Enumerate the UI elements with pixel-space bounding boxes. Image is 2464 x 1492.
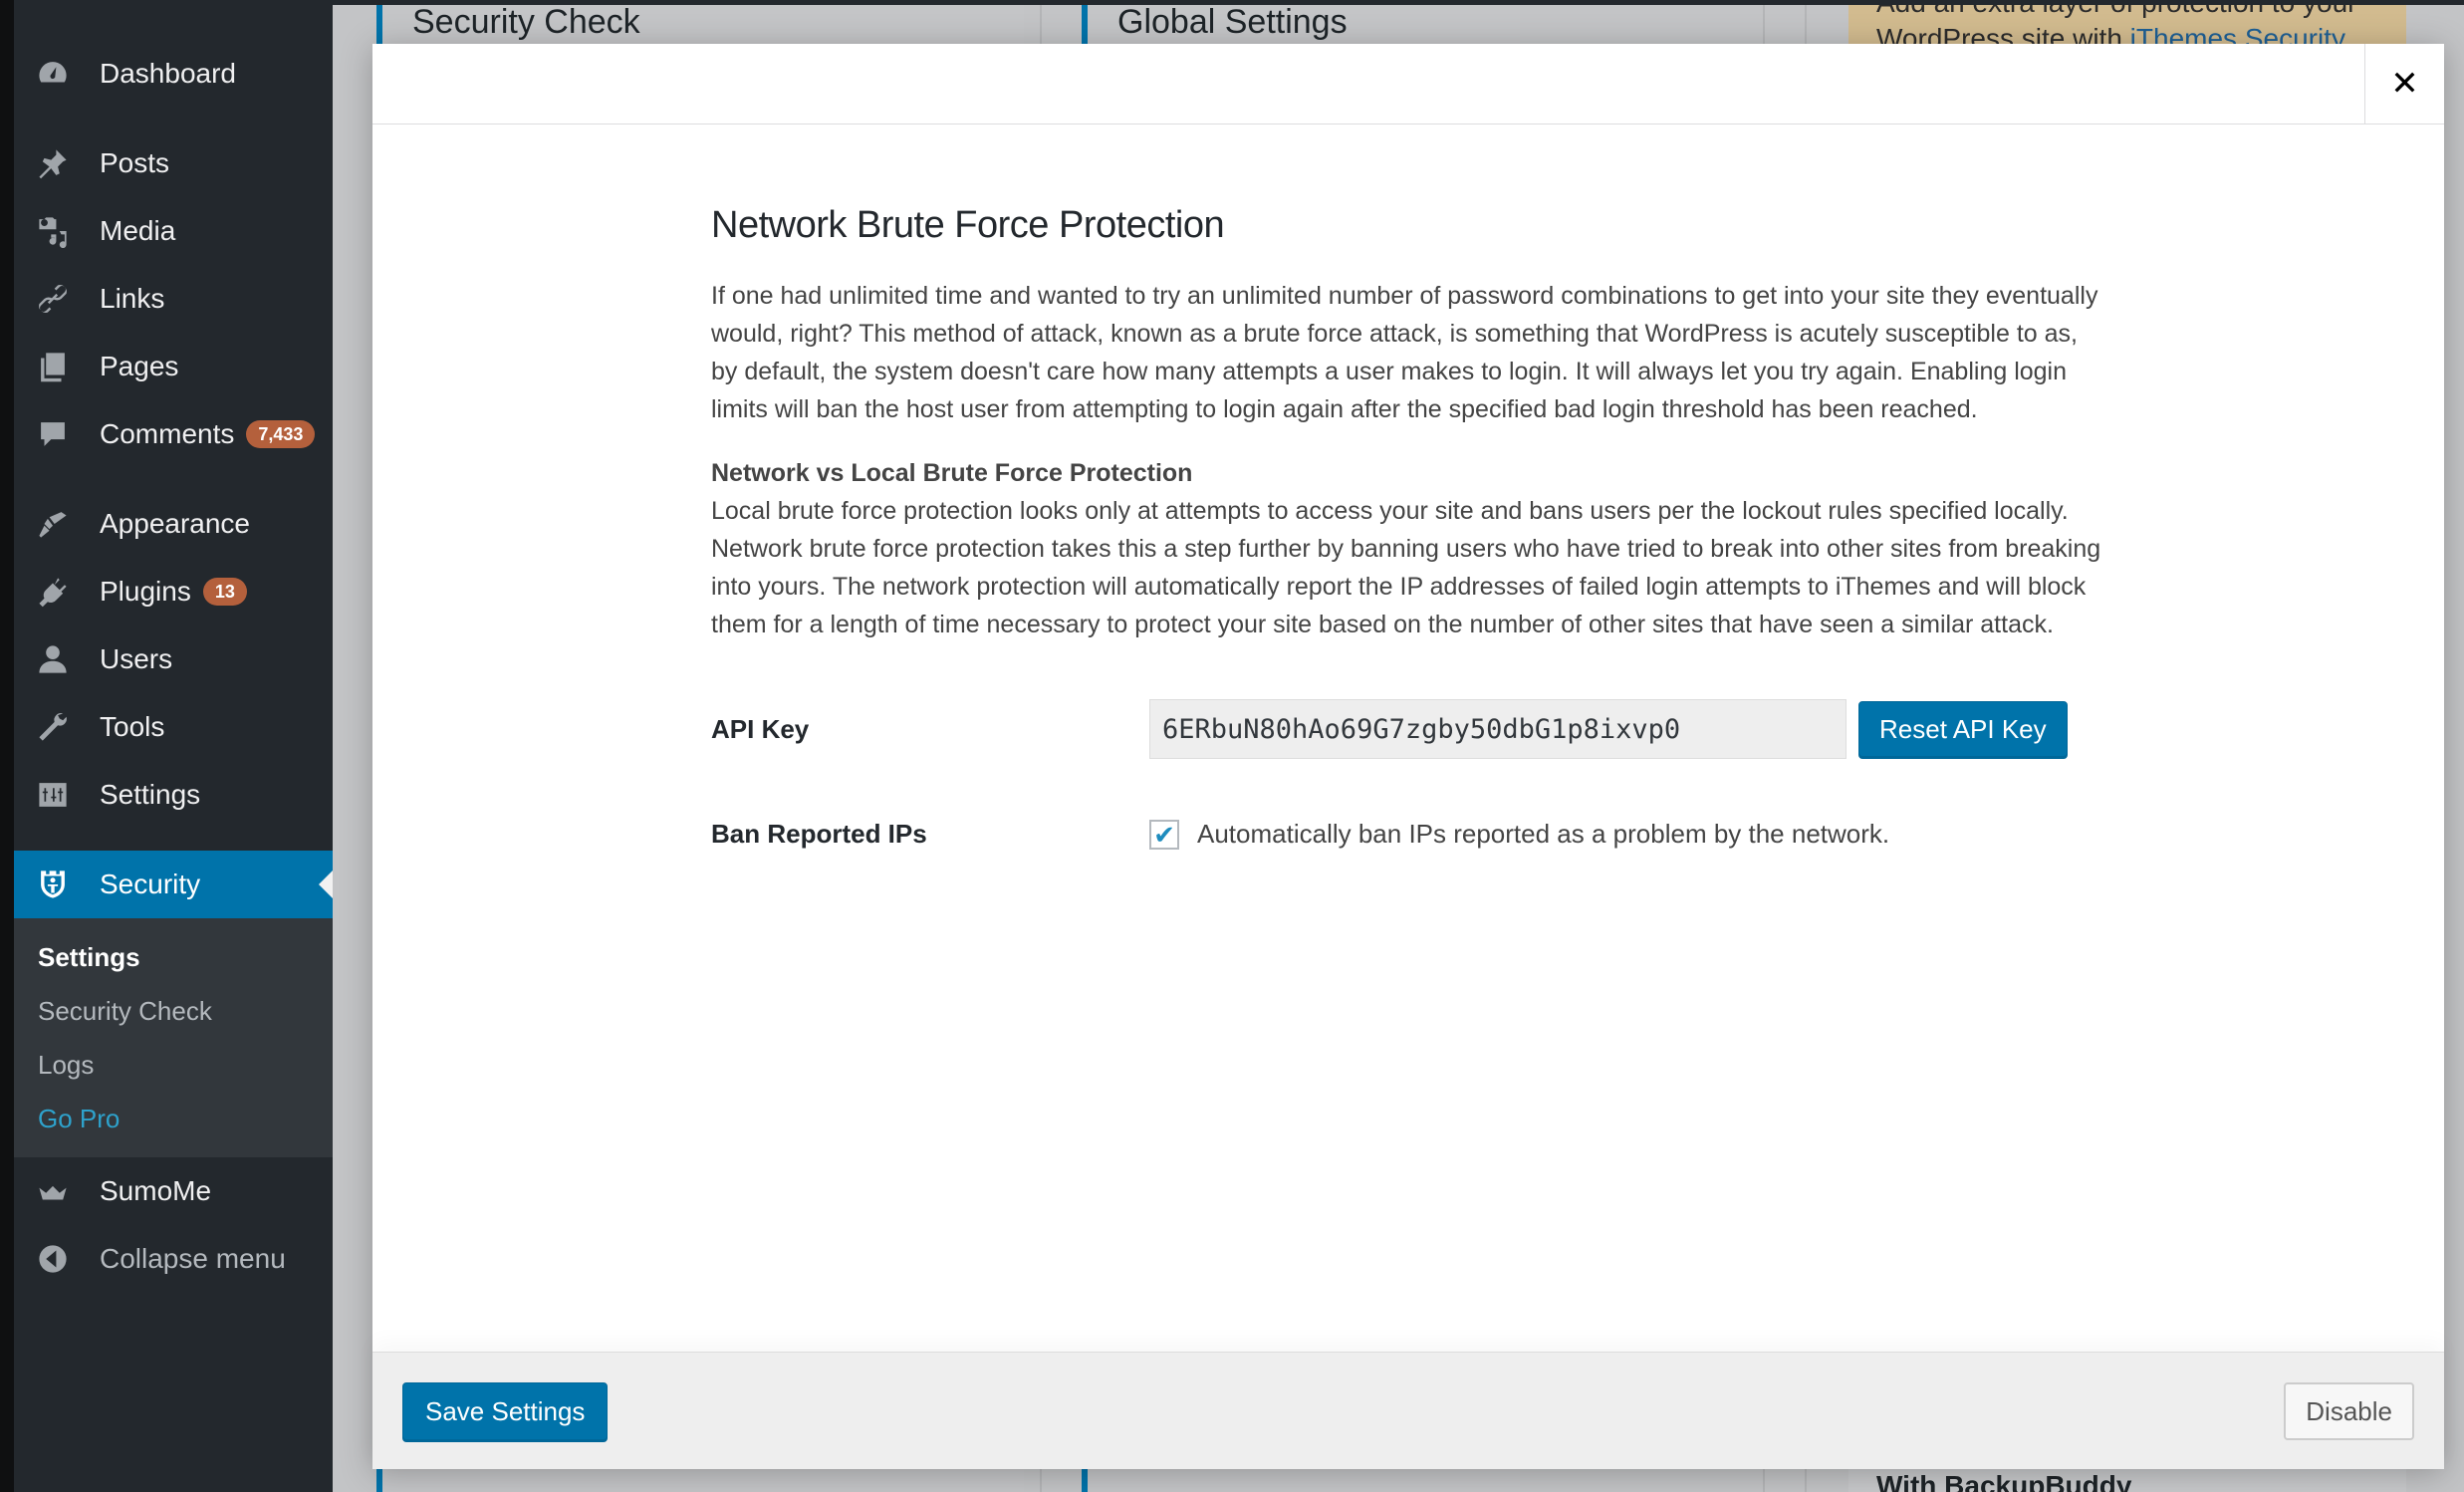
background-backupbuddy-card: With BackupBuddy (1848, 1469, 2406, 1492)
security-submenu: Settings Security Check Logs Go Pro (14, 918, 333, 1157)
sidebar-item-tools[interactable]: Tools (14, 693, 333, 761)
submenu-item-logs[interactable]: Logs (14, 1038, 333, 1092)
promo-text: WordPress site with (1876, 23, 2130, 45)
sidebar-item-users[interactable]: Users (14, 625, 333, 693)
api-key-row: API Key Reset API Key (711, 699, 2125, 759)
pin-icon (34, 144, 72, 182)
disable-button[interactable]: Disable (2284, 1382, 2414, 1440)
close-button[interactable]: ✕ (2364, 44, 2444, 124)
settings-icon (34, 776, 72, 814)
sidebar-item-plugins[interactable]: Plugins 13 (14, 558, 333, 625)
sidebar-item-label: Pages (100, 351, 179, 381)
modal-header: ✕ (372, 44, 2444, 124)
save-settings-button[interactable]: Save Settings (402, 1382, 609, 1440)
sidebar-item-comments[interactable]: Comments 7,433 (14, 400, 333, 468)
media-icon (34, 212, 72, 250)
sidebar-item-label: Posts (100, 147, 170, 178)
sidebar-item-links[interactable]: Links (14, 265, 333, 333)
sidebar-item-appearance[interactable]: Appearance (14, 490, 333, 558)
submenu-item-security-check[interactable]: Security Check (14, 984, 333, 1038)
sidebar-item-label: Comments (100, 418, 235, 449)
sidebar-item-label: Security (100, 869, 201, 899)
sidebar-item-settings[interactable]: Settings (14, 761, 333, 829)
promo-text-line2: WordPress site with iThemes Security (1876, 19, 2378, 45)
api-key-label: API Key (711, 713, 810, 744)
desktop-edge (0, 0, 14, 1492)
dashboard-icon (34, 55, 72, 93)
sidebar-item-security[interactable]: Security (14, 851, 333, 918)
comments-count-badge: 7,433 (246, 420, 316, 448)
close-icon: ✕ (2390, 65, 2419, 103)
modal-footer: Save Settings Disable (372, 1352, 2444, 1469)
sidebar-item-label: Appearance (100, 508, 251, 539)
background-card-title: Global Settings (1117, 3, 1348, 41)
section-subheading: Network vs Local Brute Force Protection (711, 459, 1193, 487)
section-description: Local brute force protection looks only … (711, 497, 2101, 638)
collapse-arrow-icon (34, 1240, 72, 1278)
sidebar-item-dashboard[interactable]: Dashboard (14, 40, 333, 108)
pages-icon (34, 348, 72, 385)
user-icon (34, 640, 72, 678)
sidebar-item-label: Settings (100, 779, 201, 810)
sidebar-item-label: Tools (100, 711, 165, 742)
ithemes-security-link: iThemes Security (2129, 23, 2345, 45)
sidebar-item-label: Users (100, 643, 173, 674)
background-card-title: Security Check (412, 3, 640, 41)
sidebar-item-posts[interactable]: Posts (14, 129, 333, 197)
sidebar-item-label: Dashboard (100, 58, 236, 89)
collapse-menu-button[interactable]: Collapse menu (14, 1225, 333, 1293)
submenu-item-go-pro[interactable]: Go Pro (14, 1092, 333, 1145)
sidebar-item-label: SumoMe (100, 1175, 212, 1206)
sidebar-item-label: Plugins (100, 576, 191, 607)
checkmark-icon: ✔ (1153, 819, 1175, 850)
link-icon (34, 280, 72, 318)
sidebar-item-sumome[interactable]: SumoMe (14, 1157, 333, 1225)
shield-icon (34, 866, 72, 903)
sidebar-item-label: Collapse menu (100, 1243, 286, 1274)
ban-reported-ips-label: Ban Reported IPs (711, 819, 927, 849)
plugins-update-badge: 13 (202, 578, 247, 606)
plug-icon (34, 573, 72, 611)
sidebar-item-media[interactable]: Media (14, 197, 333, 265)
submenu-item-settings[interactable]: Settings (14, 930, 333, 984)
modal-body: Network Brute Force Protection If one ha… (372, 124, 2125, 850)
ban-reported-ips-row: Ban Reported IPs ✔ Automatically ban IPs… (711, 819, 2125, 850)
reset-api-key-button[interactable]: Reset API Key (1858, 701, 2068, 757)
intro-description: If one had unlimited time and wanted to … (711, 282, 2098, 423)
comment-icon (34, 415, 72, 453)
wrench-icon (34, 708, 72, 746)
crown-icon (34, 1172, 72, 1210)
modal-title: Network Brute Force Protection (711, 204, 1225, 246)
sidebar-item-label: Links (100, 283, 165, 314)
paintbrush-icon (34, 505, 72, 543)
settings-modal: ✕ Network Brute Force Protection If one … (372, 44, 2444, 1469)
admin-sidebar: Dashboard Posts Media Links Pages Commen… (14, 0, 333, 1492)
sidebar-item-pages[interactable]: Pages (14, 333, 333, 400)
api-key-field[interactable] (1149, 699, 1847, 759)
sidebar-item-label: Media (100, 215, 176, 246)
ban-reported-ips-description: Automatically ban IPs reported as a prob… (1197, 819, 1890, 849)
ban-reported-ips-checkbox[interactable]: ✔ (1149, 819, 1179, 850)
background-promo-notice: Add an extra layer of protection to your… (1848, 5, 2406, 45)
